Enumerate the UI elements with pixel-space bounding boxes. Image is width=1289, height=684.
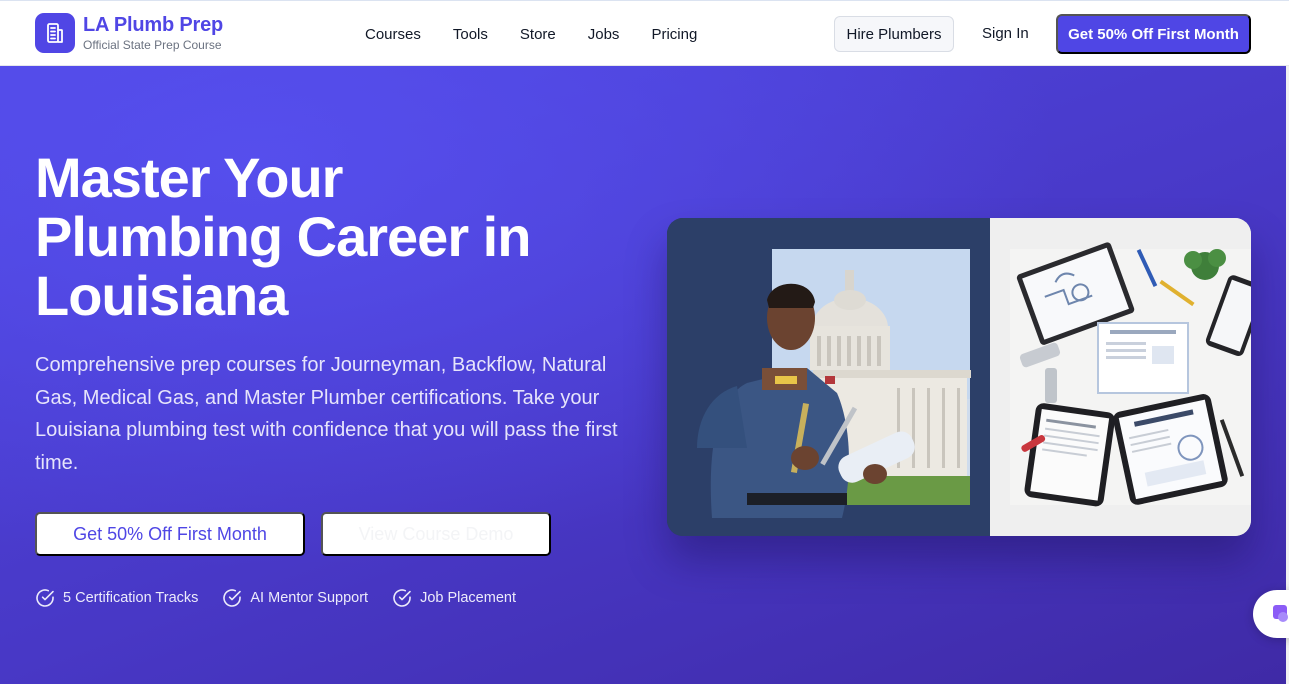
check-circle-icon	[36, 589, 54, 607]
nav-link-courses[interactable]: Courses	[365, 26, 421, 43]
main-nav: Courses Tools Store Jobs Pricing	[365, 1, 729, 67]
nav-link-pricing[interactable]: Pricing	[651, 26, 697, 43]
hero-title-line-2: Plumbing Career in	[35, 205, 531, 268]
certification-documents-photo	[990, 218, 1251, 536]
hero-title-line-1: Master Your	[35, 146, 343, 209]
hire-plumbers-button[interactable]: Hire Plumbers	[834, 16, 954, 52]
hero-description: Comprehensive prep courses for Journeyma…	[35, 354, 618, 474]
hero-feature-list: 5 Certification Tracks AI Mentor Support…	[35, 588, 540, 608]
plumber-photo	[667, 218, 990, 536]
hero-title-line-3: Louisiana	[35, 264, 288, 327]
check-circle-icon	[223, 589, 242, 607]
hero-title: Master Your Plumbing Career in Louisiana	[35, 148, 655, 325]
feature-item: Job Placement	[392, 588, 516, 608]
feature-item: 5 Certification Tracks	[35, 588, 198, 608]
chat-icon	[1273, 605, 1288, 622]
brand-tagline: Official State Prep Course	[83, 38, 222, 52]
view-course-demo-button[interactable]: View Course Demo	[321, 512, 551, 556]
hero-image-collage	[667, 218, 1251, 536]
check-circle-icon	[393, 589, 411, 607]
feature-item: AI Mentor Support	[222, 588, 368, 608]
top-navbar: LA Plumb Prep Official State Prep Course…	[0, 0, 1289, 66]
brand-name: LA Plumb Prep	[83, 14, 224, 36]
nav-discount-cta-button[interactable]: Get 50% Off First Month	[1056, 14, 1251, 54]
sign-in-link[interactable]: Sign In	[982, 25, 1029, 42]
feature-label: AI Mentor Support	[250, 590, 369, 606]
hero-discount-cta-button[interactable]: Get 50% Off First Month	[35, 512, 305, 556]
feature-label: Job Placement	[420, 590, 516, 606]
feature-label: 5 Certification Tracks	[63, 590, 199, 606]
nav-link-store[interactable]: Store	[520, 26, 556, 43]
building-document-icon	[35, 13, 75, 53]
nav-link-tools[interactable]: Tools	[453, 26, 488, 43]
brand-link[interactable]: LA Plumb Prep Official State Prep Course	[35, 13, 223, 53]
chat-widget-button[interactable]	[1253, 590, 1289, 638]
hero-section: Master Your Plumbing Career in Louisiana…	[0, 66, 1286, 684]
nav-link-jobs[interactable]: Jobs	[588, 26, 620, 43]
